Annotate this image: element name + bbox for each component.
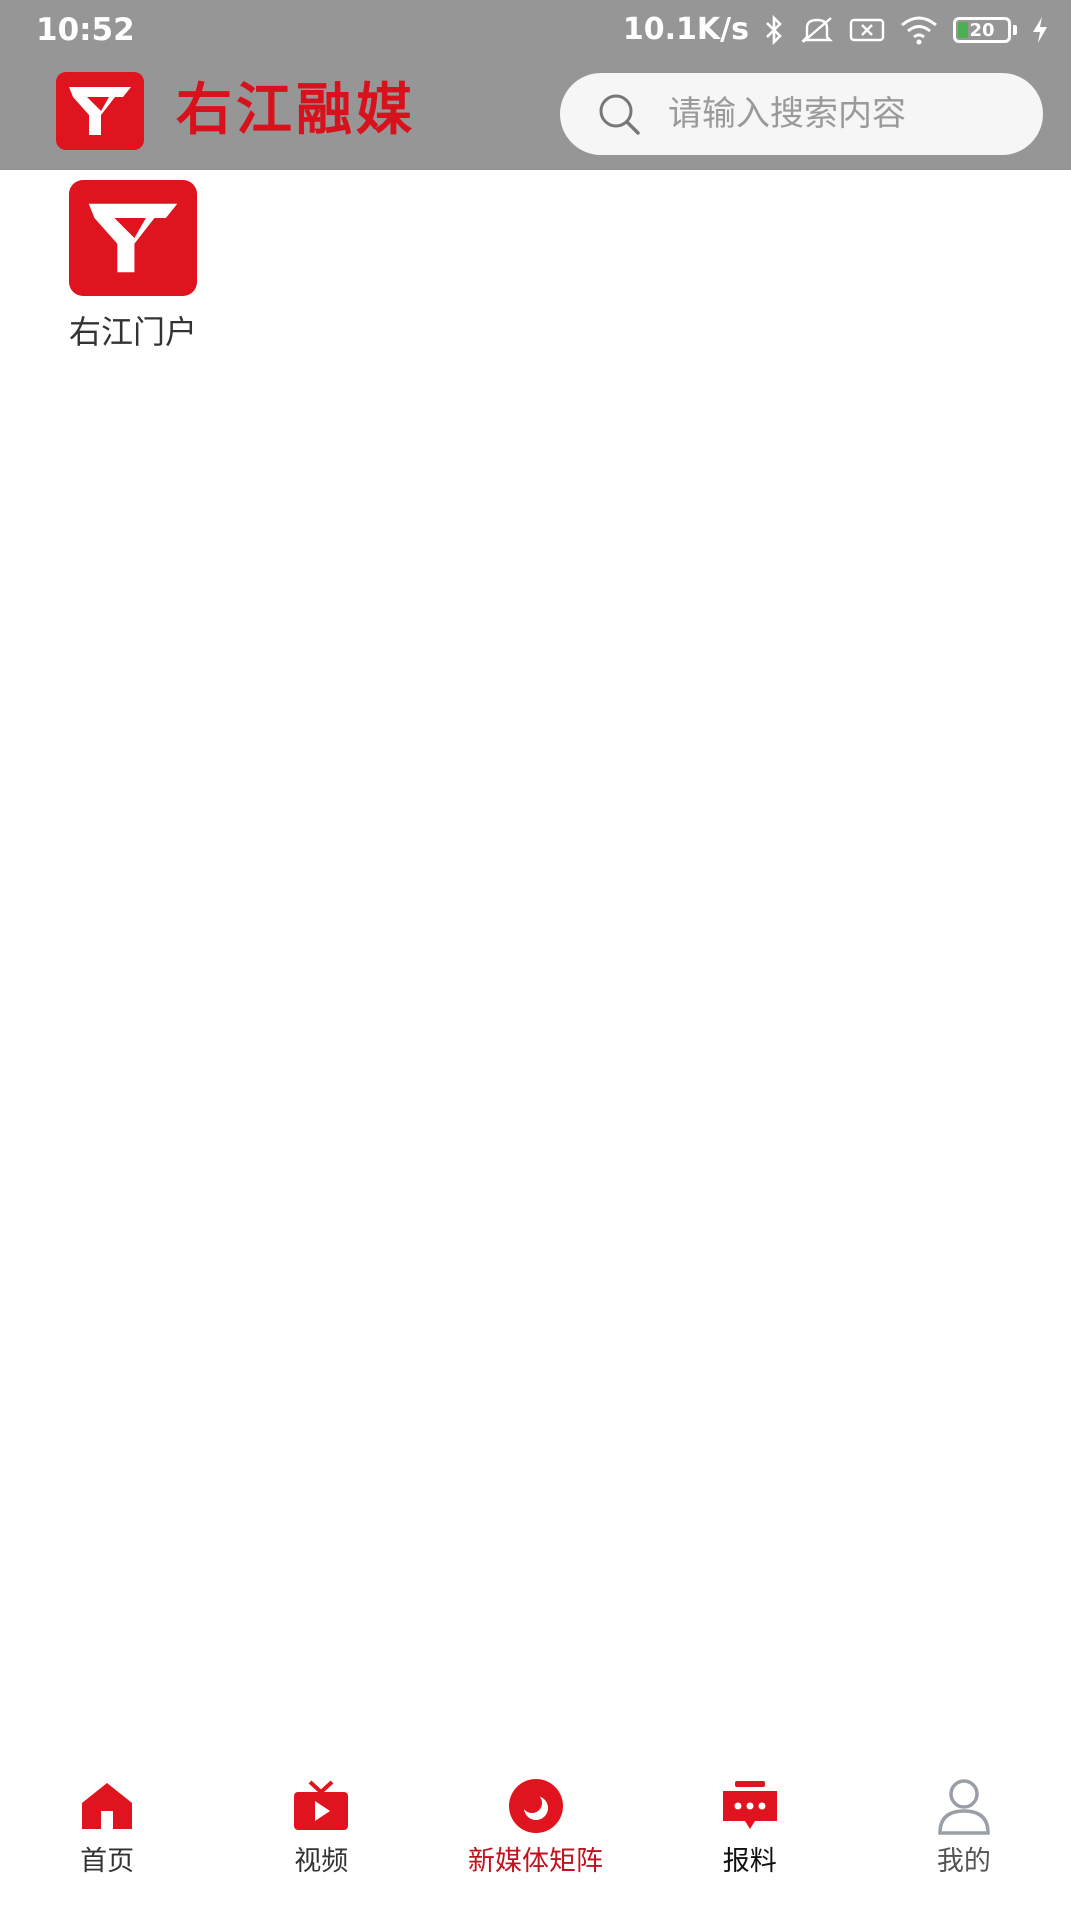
youjiang-logo-icon: [69, 180, 197, 296]
nav-video[interactable]: 视频: [214, 1761, 428, 1911]
network-speed: 10.1K/s: [622, 12, 749, 47]
media-matrix-icon: [507, 1777, 565, 1835]
nav-profile[interactable]: 我的: [857, 1761, 1071, 1911]
brand-title: 右江融媒: [176, 78, 416, 143]
battery-icon: 20: [953, 17, 1011, 43]
report-chat-icon: [721, 1777, 779, 1835]
bottom-nav: 首页 视频 新媒体矩阵 报料 我的: [0, 1761, 1071, 1911]
nav-label-report: 报料: [722, 1846, 777, 1877]
nav-report[interactable]: 报料: [643, 1761, 857, 1911]
profile-icon: [935, 1777, 993, 1835]
status-time: 10:52: [36, 12, 135, 48]
wifi-icon: [899, 15, 939, 45]
logo-y-icon: [69, 87, 131, 135]
top-bar: 10:52 10.1K/s 20 右江融媒: [0, 0, 1071, 170]
home-icon: [78, 1777, 136, 1835]
nav-label-media-matrix: 新媒体矩阵: [468, 1846, 603, 1877]
battery-level: 20: [969, 19, 995, 41]
bluetooth-icon: [763, 15, 785, 45]
tv-icon: [292, 1777, 350, 1835]
status-indicators: 10.1K/s 20: [623, 10, 1049, 50]
nav-media-matrix[interactable]: 新媒体矩阵: [428, 1761, 642, 1911]
sim-icon: [849, 17, 885, 43]
mute-icon: [799, 15, 835, 45]
nav-label-video: 视频: [294, 1846, 349, 1877]
charging-icon: [1031, 16, 1049, 44]
app-logo[interactable]: [56, 72, 144, 150]
portal-tile[interactable]: 右江门户: [58, 180, 208, 352]
tile-label: 右江门户: [68, 313, 197, 351]
nav-home[interactable]: 首页: [0, 1761, 214, 1911]
search-bar[interactable]: [560, 73, 1043, 155]
search-input[interactable]: [666, 93, 1000, 135]
search-icon: [596, 91, 642, 137]
nav-label-home: 首页: [80, 1846, 135, 1877]
nav-label-profile: 我的: [936, 1846, 991, 1877]
